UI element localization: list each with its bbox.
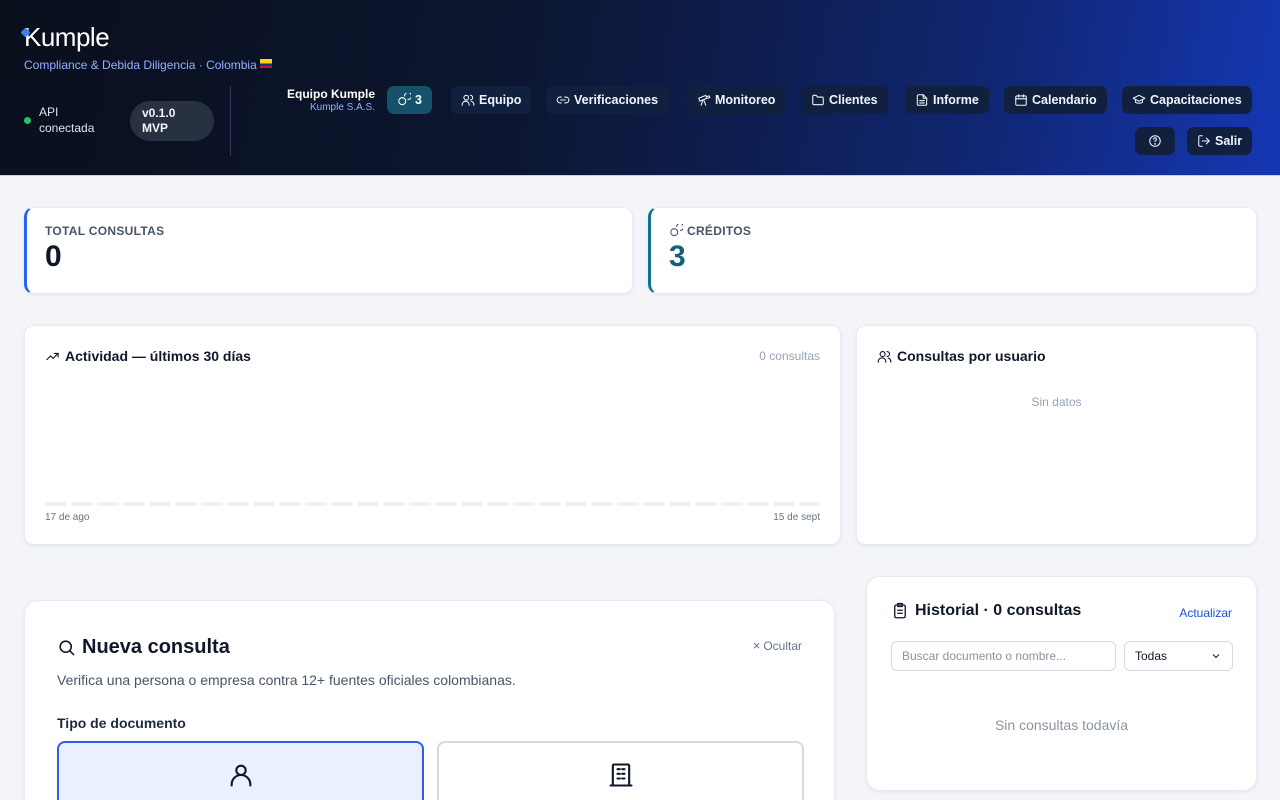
activity-bar	[487, 502, 509, 506]
activity-bar	[175, 502, 197, 506]
trending-up-icon	[46, 352, 59, 360]
users-icon	[877, 350, 892, 363]
clipboard-list-icon	[894, 602, 906, 619]
activity-bar	[565, 502, 587, 506]
activity-bar	[799, 502, 821, 506]
activity-bar	[253, 502, 275, 506]
activity-bar	[669, 502, 691, 506]
activity-bar	[513, 502, 535, 506]
activity-bar	[383, 502, 405, 506]
nav-clientes[interactable]: Clientes	[801, 86, 888, 114]
help-icon	[1149, 135, 1161, 147]
api-status: API conectada	[24, 104, 109, 136]
hide-button[interactable]: × Ocultar	[753, 638, 802, 653]
activity-bar	[357, 502, 379, 506]
logout-icon	[1198, 135, 1210, 147]
activity-count: 0 consultas	[759, 349, 820, 363]
calendar-icon	[1015, 94, 1027, 106]
search-icon	[59, 640, 75, 656]
activity-bar	[591, 502, 613, 506]
nav-verificaciones[interactable]: Verificaciones	[546, 86, 669, 114]
graduation-cap-icon	[1132, 94, 1146, 104]
total-consultas-card: TOTAL CONSULTAS 0	[24, 207, 633, 294]
activity-bar	[435, 502, 457, 506]
activity-bar	[747, 502, 769, 506]
app-logo[interactable]: Kumple	[24, 22, 110, 53]
activity-start-date: 17 de ago	[45, 512, 90, 523]
status-dot-icon	[24, 117, 31, 124]
doc-type-company[interactable]	[437, 741, 804, 800]
nav-capacitaciones[interactable]: Capacitaciones	[1122, 86, 1252, 114]
activity-bar	[539, 502, 561, 506]
team-org: Kumple S.A.S.	[309, 102, 375, 113]
api-status-label: API conectada	[39, 105, 95, 135]
creditos-value: 3	[669, 240, 686, 273]
nav-calendario[interactable]: Calendario	[1004, 86, 1107, 114]
activity-bar	[279, 502, 301, 506]
team-name: Equipo Kumple	[287, 87, 375, 101]
new-query-card: Nueva consulta × Ocultar Verifica una pe…	[24, 600, 835, 800]
activity-bar	[617, 502, 639, 506]
activity-card: Actividad — últimos 30 días 0 consultas …	[24, 325, 841, 545]
version-badge: v0.1.0 MVP	[130, 101, 214, 141]
activity-bar	[97, 502, 119, 506]
header-divider	[230, 86, 231, 156]
activity-bar	[721, 502, 743, 506]
activity-bar	[461, 502, 483, 506]
nav-equipo[interactable]: Equipo	[451, 86, 532, 114]
activity-bar	[695, 502, 717, 506]
activity-bar	[643, 502, 665, 506]
per-user-title: Consultas por usuario	[877, 348, 1046, 364]
activity-bar	[773, 502, 795, 506]
document-icon	[916, 94, 928, 106]
refresh-link[interactable]: Actualizar	[1179, 606, 1232, 620]
user-icon	[230, 764, 251, 787]
app-header: Kumple Compliance & Debida Diligencia · …	[0, 0, 1280, 176]
link-icon	[556, 96, 570, 104]
history-filter-select[interactable]: Todas	[1124, 641, 1233, 671]
chevron-down-icon	[1212, 654, 1220, 659]
nav-informe[interactable]: Informe	[905, 86, 989, 114]
history-empty: Sin consultas todavía	[994, 717, 1129, 733]
new-query-description: Verifica una persona o empresa contra 12…	[57, 672, 516, 688]
total-consultas-label: TOTAL CONSULTAS	[45, 224, 165, 238]
per-user-card: Consultas por usuario Sin datos	[856, 325, 1257, 545]
activity-bar-chart	[45, 502, 821, 506]
doc-type-person[interactable]	[57, 741, 424, 800]
history-title: Historial · 0 consultas	[891, 602, 1081, 620]
activity-bar	[71, 502, 93, 506]
activity-bar	[331, 502, 353, 506]
folder-icon	[812, 94, 824, 106]
activity-bar	[227, 502, 249, 506]
history-card: Historial · 0 consultas Actualizar Todas…	[866, 576, 1257, 791]
users-icon	[461, 94, 475, 106]
creditos-card: CRÉDITOS 3	[648, 207, 1257, 294]
nav-monitoreo[interactable]: Monitoreo	[687, 86, 786, 114]
telescope-icon	[698, 94, 711, 106]
colombia-flag-icon	[259, 59, 272, 69]
credits-button[interactable]: 3	[387, 86, 432, 114]
close-icon: ×	[752, 638, 761, 653]
history-search-input[interactable]	[891, 641, 1116, 671]
activity-bar	[149, 502, 171, 506]
new-query-title: Nueva consulta	[57, 636, 230, 659]
creditos-label: CRÉDITOS	[669, 224, 1238, 238]
logout-button[interactable]: Salir	[1187, 127, 1253, 155]
activity-bar	[123, 502, 145, 506]
activity-bar	[201, 502, 223, 506]
activity-bar	[305, 502, 327, 506]
app-tagline: Compliance & Debida Diligencia · Colombi…	[24, 58, 272, 72]
activity-bar	[409, 502, 431, 506]
coins-icon	[398, 93, 411, 106]
team-info: Equipo Kumple Kumple S.A.S.	[270, 87, 375, 113]
activity-end-date: 15 de sept	[773, 512, 820, 523]
activity-bar	[45, 502, 67, 506]
doc-type-label: Tipo de documento	[57, 715, 186, 731]
activity-title: Actividad — últimos 30 días	[45, 348, 251, 364]
total-consultas-value: 0	[45, 240, 62, 273]
help-button[interactable]	[1135, 127, 1175, 155]
building-icon	[608, 763, 633, 787]
coins-icon	[670, 224, 683, 237]
per-user-empty: Sin datos	[1031, 395, 1082, 409]
